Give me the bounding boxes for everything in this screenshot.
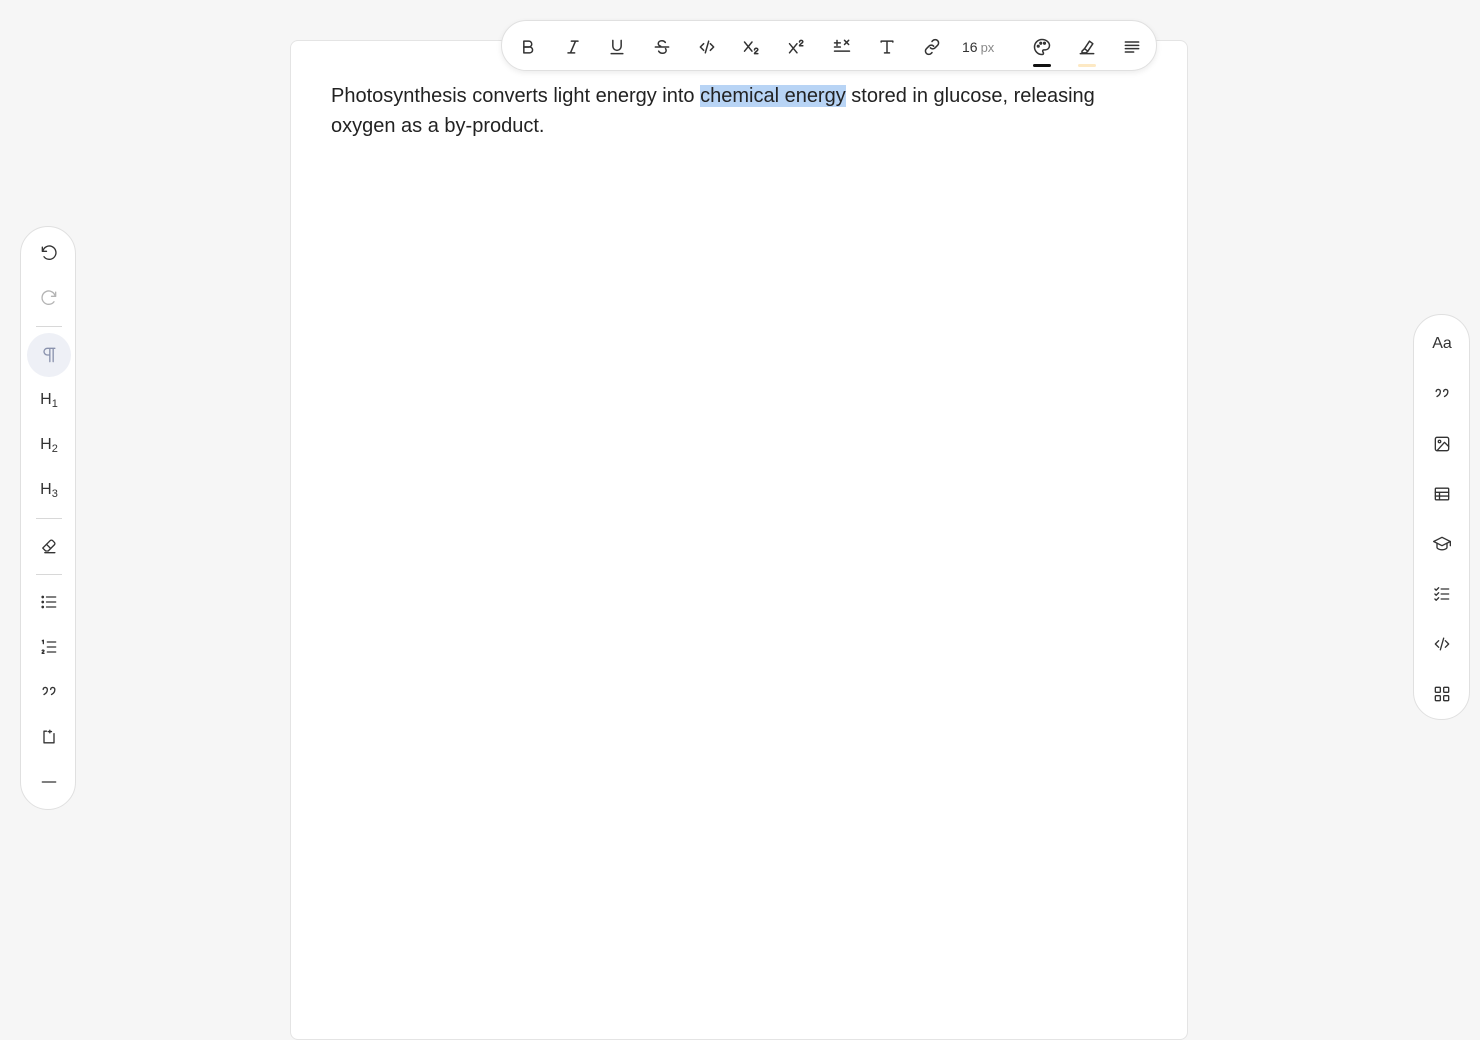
palette-icon — [1033, 38, 1051, 56]
link-icon — [924, 38, 940, 56]
insert-quote-button[interactable] — [1420, 374, 1464, 414]
heading-2-button[interactable]: H2 — [27, 423, 71, 467]
ordered-list-button[interactable] — [27, 625, 71, 669]
text-color-swatch — [1033, 64, 1051, 67]
italic-icon — [567, 40, 579, 54]
eraser-icon — [42, 539, 56, 554]
heading-1-label: H1 — [40, 390, 58, 410]
font-size-unit: px — [980, 39, 995, 55]
underline-button[interactable] — [601, 31, 633, 63]
insert-table-button[interactable] — [1420, 474, 1464, 514]
bold-button[interactable] — [512, 31, 544, 63]
paragraph-button[interactable] — [27, 333, 71, 377]
quote-icon — [1435, 388, 1449, 398]
strikethrough-button[interactable] — [646, 31, 678, 63]
ordered-list-icon — [41, 639, 57, 654]
heading-3-button[interactable]: H3 — [27, 468, 71, 512]
clear-format-button[interactable] — [826, 31, 858, 63]
heading-3-label: H3 — [40, 480, 58, 500]
align-button[interactable] — [1116, 31, 1148, 63]
highlighter-icon — [1079, 40, 1095, 55]
rail-divider — [36, 518, 62, 519]
insert-education-button[interactable] — [1420, 524, 1464, 564]
image-icon — [1434, 436, 1450, 452]
selected-text[interactable]: chemical energy — [700, 85, 846, 107]
pilcrow-icon — [43, 347, 56, 363]
text-style-button[interactable] — [871, 31, 903, 63]
code-block-button[interactable] — [27, 715, 71, 759]
underline-icon — [610, 39, 624, 55]
undo-button[interactable] — [27, 231, 71, 275]
redo-icon — [41, 290, 57, 306]
paragraph-text-before: Photosynthesis converts light energy int… — [331, 85, 701, 107]
more-blocks-button[interactable] — [1420, 674, 1464, 714]
subscript-button[interactable] — [736, 31, 768, 63]
quote-icon — [42, 686, 56, 696]
rail-divider — [36, 326, 62, 327]
rail-divider — [36, 574, 62, 575]
undo-icon — [41, 245, 57, 261]
insert-task-list-button[interactable] — [1420, 574, 1464, 614]
insert-toolbar: Aa — [1413, 314, 1470, 720]
highlight-button[interactable] — [1071, 31, 1103, 67]
heading-1-button[interactable]: H1 — [27, 378, 71, 422]
bold-icon — [523, 40, 534, 54]
strikethrough-icon — [654, 40, 670, 54]
font-size-value: 16 — [962, 39, 978, 55]
checklist-icon — [1434, 587, 1450, 601]
grid-icon — [1434, 686, 1450, 702]
horizontal-rule-icon — [41, 781, 57, 783]
bullet-list-button[interactable] — [27, 580, 71, 624]
horizontal-rule-button[interactable] — [27, 760, 71, 804]
code-icon — [1434, 637, 1450, 651]
text-color-button[interactable] — [1026, 31, 1058, 67]
code-icon — [699, 40, 715, 54]
italic-button[interactable] — [557, 31, 589, 63]
insert-image-button[interactable] — [1420, 424, 1464, 464]
text-t-icon — [880, 40, 894, 54]
insert-code-button[interactable] — [1420, 624, 1464, 664]
align-left-icon — [1124, 41, 1140, 53]
highlight-color-swatch — [1078, 64, 1096, 67]
subscript-icon — [743, 41, 759, 55]
table-icon — [1434, 487, 1450, 501]
formatting-toolbar: 16 px — [501, 20, 1157, 71]
clear-block-button[interactable] — [27, 524, 71, 568]
typography-button[interactable]: Aa — [1420, 324, 1464, 364]
heading-2-label: H2 — [40, 435, 58, 455]
superscript-icon — [788, 39, 804, 54]
blockquote-button[interactable] — [27, 670, 71, 714]
block-toolbar: H1 H2 H3 — [20, 226, 76, 810]
document-canvas[interactable]: Photosynthesis converts light energy int… — [290, 40, 1188, 1040]
superscript-button[interactable] — [781, 31, 813, 63]
document-paragraph[interactable]: Photosynthesis converts light energy int… — [331, 81, 1131, 141]
font-size-control[interactable]: 16 px — [962, 31, 994, 63]
code-block-icon — [43, 729, 55, 744]
redo-button[interactable] — [27, 276, 71, 320]
typography-label: Aa — [1432, 335, 1452, 352]
graduation-cap-icon — [1433, 536, 1451, 551]
bullet-list-icon — [41, 595, 57, 609]
link-button[interactable] — [916, 31, 948, 63]
inline-code-button[interactable] — [691, 31, 723, 63]
clear-formatting-icon — [833, 39, 851, 52]
